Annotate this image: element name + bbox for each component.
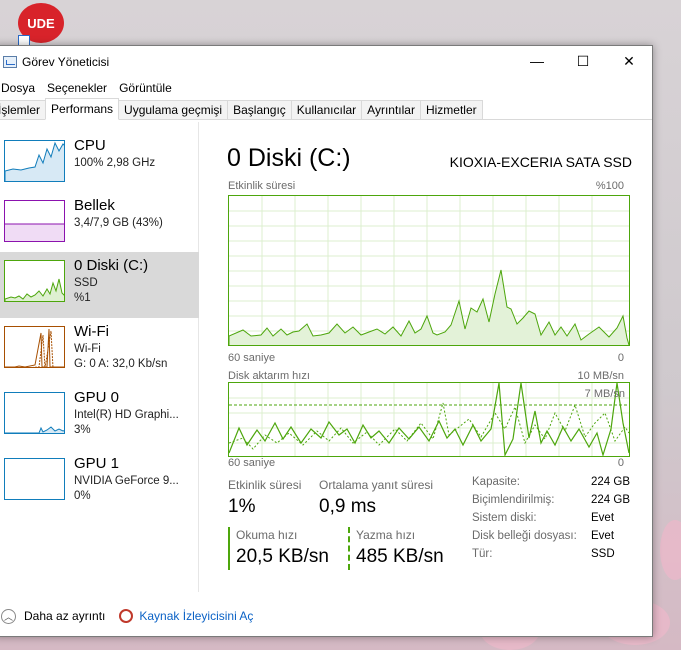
- tab-services[interactable]: Hizmetler: [419, 100, 483, 119]
- transfer-graph-max: 10 MB/sn: [577, 370, 624, 382]
- sidebar-item-title: Wi-Fi: [74, 323, 109, 340]
- activity-graph-max: %100: [595, 180, 624, 192]
- menu-options[interactable]: Seçenekler: [41, 81, 113, 95]
- sidebar-item-memory[interactable]: Bellek 3,4/7,9 GB (43%): [0, 192, 199, 258]
- system-disk-value: Evet: [591, 512, 615, 524]
- tab-startup[interactable]: Başlangıç: [227, 100, 292, 119]
- system-disk-label: Sistem diski:: [472, 512, 537, 524]
- type-label: Tür:: [472, 548, 493, 560]
- window-title: Görev Yöneticisi: [22, 55, 110, 69]
- activity-graph-label: Etkinlik süresi: [228, 180, 296, 192]
- tab-performance[interactable]: Performans: [45, 98, 120, 120]
- gpu1-thumbnail-graph: [4, 458, 65, 500]
- resource-monitor-icon[interactable]: [119, 609, 134, 623]
- maximize-button[interactable]: ☐: [560, 46, 606, 76]
- cpu-thumbnail-graph: [4, 140, 65, 182]
- sidebar-item-title: CPU: [74, 137, 106, 154]
- active-time-label: Etkinlik süresi: [228, 478, 302, 492]
- write-speed-value: 485 KB/sn: [356, 546, 444, 567]
- transfer-x-left: 60 saniye: [228, 457, 276, 469]
- close-button[interactable]: ✕: [606, 46, 652, 76]
- transfer-x-right: 0: [617, 457, 624, 469]
- menu-bar: Dosya Seçenekler Görüntüle: [0, 78, 652, 98]
- tab-users[interactable]: Kullanıcılar: [290, 100, 363, 119]
- activity-x-left: 60 saniye: [228, 352, 276, 364]
- sidebar-item-detail: %1: [74, 292, 91, 304]
- blossom-decoration: [660, 520, 681, 580]
- chevron-up-icon[interactable]: ︿: [1, 608, 16, 624]
- resource-sidebar: CPU 100% 2,98 GHz Bellek 3,4/7,9 GB (43%…: [0, 122, 199, 592]
- disk-thumbnail-graph: [4, 260, 65, 302]
- capacity-value: 224 GB: [591, 476, 630, 488]
- sidebar-item-wifi[interactable]: Wi-Fi Wi-Fi G: 0 A: 32,0 Kb/sn: [0, 318, 199, 384]
- active-time-value: 1%: [228, 496, 256, 517]
- sidebar-item-disk[interactable]: 0 Diski (C:) SSD %1: [0, 252, 199, 318]
- disk-model: KIOXIA-EXCERIA SATA SSD: [449, 154, 632, 170]
- footer-bar: ︿ Daha az ayrıntı Kaynak İzleyicisini Aç: [0, 602, 652, 630]
- fewer-details-link[interactable]: Daha az ayrıntı: [24, 609, 105, 623]
- sidebar-item-detail: 3%: [74, 424, 91, 436]
- sidebar-item-detail: Intel(R) HD Graphi...: [74, 409, 179, 421]
- sidebar-item-title: 0 Diski (C:): [74, 257, 149, 274]
- write-speed-label: Yazma hızı: [356, 528, 416, 542]
- sidebar-item-detail: G: 0 A: 32,0 Kb/sn: [74, 358, 168, 370]
- sidebar-item-cpu[interactable]: CPU 100% 2,98 GHz: [0, 132, 199, 198]
- transfer-graph-label: Disk aktarım hızı: [228, 370, 310, 382]
- read-speed-value: 20,5 KB/sn: [236, 546, 329, 567]
- title-bar[interactable]: Görev Yöneticisi — ☐ ✕: [0, 46, 652, 78]
- page-file-value: Evet: [591, 530, 615, 542]
- write-speed-marker: [348, 527, 350, 570]
- disk-detail-panel: 0 Diski (C:) KIOXIA-EXCERIA SATA SSD Etk…: [203, 122, 652, 592]
- task-manager-window: Görev Yöneticisi — ☐ ✕ Dosya Seçenekler …: [0, 45, 653, 637]
- type-value: SSD: [591, 548, 615, 560]
- tab-processes[interactable]: İşlemler: [0, 100, 47, 119]
- activity-time-graph: [228, 195, 630, 346]
- formatted-label: Biçimlendirilmiş:: [472, 494, 555, 506]
- avg-response-value: 0,9 ms: [319, 496, 377, 517]
- read-speed-marker: [228, 527, 230, 570]
- sidebar-item-title: GPU 0: [74, 389, 120, 406]
- sidebar-item-title: Bellek: [74, 197, 115, 214]
- sidebar-item-detail: 100% 2,98 GHz: [74, 157, 156, 169]
- gpu0-thumbnail-graph: [4, 392, 65, 434]
- menu-view[interactable]: Görüntüle: [113, 81, 178, 95]
- sidebar-item-detail: 0%: [74, 490, 91, 502]
- minimize-button[interactable]: —: [514, 46, 560, 76]
- read-speed-label: Okuma hızı: [236, 528, 298, 542]
- page-file-label: Disk belleği dosyası:: [472, 530, 577, 542]
- memory-thumbnail-graph: [4, 200, 65, 242]
- wifi-thumbnail-graph: [4, 326, 65, 368]
- activity-x-right: 0: [617, 352, 624, 364]
- task-manager-icon: [3, 56, 17, 68]
- tab-details[interactable]: Ayrıntılar: [361, 100, 421, 119]
- avg-response-label: Ortalama yanıt süresi: [319, 478, 434, 492]
- open-resource-monitor-link[interactable]: Kaynak İzleyicisini Aç: [139, 609, 253, 623]
- desktop-shortcut[interactable]: UDE: [18, 3, 66, 47]
- disk-title: 0 Diski (C:): [227, 144, 351, 172]
- transfer-rate-graph: 7 MB/sn: [228, 382, 630, 458]
- sidebar-item-detail: 3,4/7,9 GB (43%): [74, 217, 163, 229]
- capacity-label: Kapasite:: [472, 476, 520, 488]
- tab-bar: İşlemler Performans Uygulama geçmişi Baş…: [0, 98, 652, 120]
- sidebar-item-title: GPU 1: [74, 455, 120, 472]
- transfer-reference-label: 7 MB/sn: [584, 388, 625, 400]
- menu-file[interactable]: Dosya: [0, 81, 41, 95]
- formatted-value: 224 GB: [591, 494, 630, 506]
- sidebar-item-detail: Wi-Fi: [74, 343, 101, 355]
- sidebar-item-detail: SSD: [74, 277, 98, 289]
- sidebar-item-gpu1[interactable]: GPU 1 NVIDIA GeForce 9... 0%: [0, 450, 199, 516]
- tab-app-history[interactable]: Uygulama geçmişi: [118, 100, 229, 119]
- sidebar-item-detail: NVIDIA GeForce 9...: [74, 475, 179, 487]
- sidebar-item-gpu0[interactable]: GPU 0 Intel(R) HD Graphi... 3%: [0, 384, 199, 450]
